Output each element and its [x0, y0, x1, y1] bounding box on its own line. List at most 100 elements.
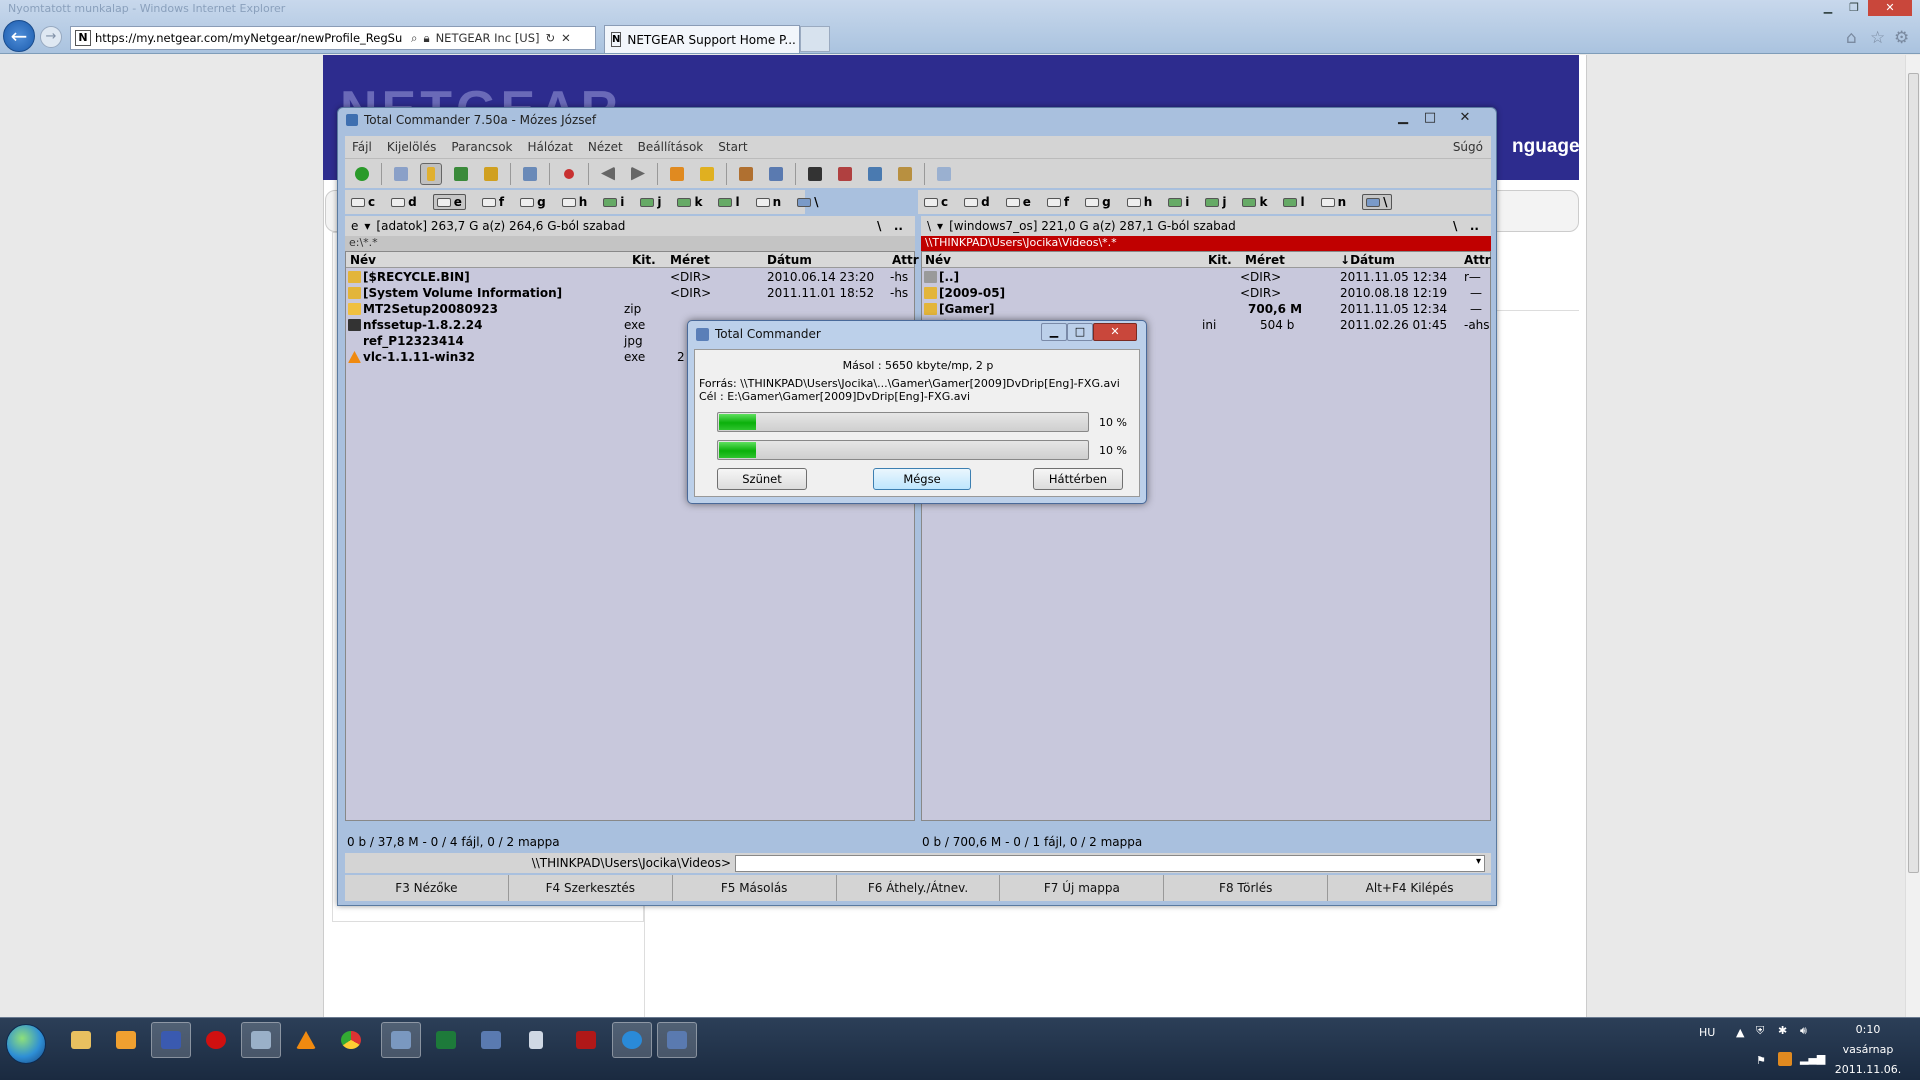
- site-identity[interactable]: NETGEAR Inc [US]: [436, 31, 540, 45]
- f3-view-button[interactable]: F3 Nézőke: [345, 875, 509, 901]
- menu-select[interactable]: Kijelölés: [387, 140, 437, 154]
- save-disk-icon[interactable]: [151, 1022, 191, 1058]
- arrow-left-icon[interactable]: [597, 163, 619, 185]
- f8-delete-button[interactable]: F8 Törlés: [1164, 875, 1329, 901]
- table-row[interactable]: [Gamer] 700,6 M 2011.11.05 12:34 —: [922, 302, 1490, 318]
- drive-d[interactable]: d: [964, 195, 990, 209]
- notepad-icon[interactable]: [933, 163, 955, 185]
- pack-icon[interactable]: [666, 163, 688, 185]
- col-attr[interactable]: Attr: [1464, 253, 1491, 267]
- remote-desktop-icon[interactable]: [381, 1022, 421, 1058]
- drive-n[interactable]: n: [1320, 195, 1346, 209]
- power-tray-icon[interactable]: [1778, 1052, 1792, 1066]
- menu-settings[interactable]: Beállítások: [638, 140, 704, 154]
- explorer-icon[interactable]: [61, 1022, 101, 1058]
- drive-c[interactable]: c: [924, 195, 948, 209]
- drive-j[interactable]: j: [1205, 195, 1226, 209]
- chevron-down-icon[interactable]: ▾: [1476, 856, 1481, 867]
- refresh-icon[interactable]: ↻: [546, 31, 556, 45]
- command-input[interactable]: ▾: [735, 854, 1485, 872]
- drive-j[interactable]: j: [640, 195, 661, 209]
- table-row[interactable]: [$RECYCLE.BIN] <DIR> 2010.06.14 23:20 -h…: [346, 270, 914, 286]
- chevron-down-icon[interactable]: ▾: [937, 219, 943, 233]
- favorites-star-icon[interactable]: ☆: [1870, 28, 1885, 48]
- forward-button[interactable]: →: [40, 26, 62, 48]
- new-tab-button[interactable]: [800, 26, 830, 52]
- excel-icon[interactable]: [426, 1022, 466, 1058]
- left-drive-select[interactable]: e: [351, 219, 358, 233]
- ftp-icon[interactable]: [894, 163, 916, 185]
- maximize-button[interactable]: ❐: [1842, 0, 1866, 16]
- tools-gear-icon[interactable]: ⚙: [1894, 28, 1909, 48]
- sync-dirs-icon[interactable]: [765, 163, 787, 185]
- drive-g[interactable]: g: [520, 195, 546, 209]
- menu-view[interactable]: Nézet: [588, 140, 623, 154]
- thumbnail-view-icon[interactable]: [450, 163, 472, 185]
- volume-icon[interactable]: 🔊︎: [1800, 1024, 1807, 1038]
- drive-h[interactable]: h: [1126, 195, 1152, 209]
- dialog-close-button[interactable]: ✕: [1093, 323, 1137, 341]
- brief-view-icon[interactable]: [390, 163, 412, 185]
- taskbar-clock[interactable]: 0:10 vasárnap 2011.11.06.: [1820, 1020, 1916, 1080]
- network-icon[interactable]: [864, 163, 886, 185]
- drive-i[interactable]: i: [1168, 195, 1189, 209]
- col-ext[interactable]: Kit.: [1208, 253, 1232, 267]
- show-hidden-icons[interactable]: ▲: [1736, 1026, 1744, 1039]
- menu-file[interactable]: Fájl: [352, 140, 372, 154]
- drive-k[interactable]: k: [677, 195, 702, 209]
- drive-f[interactable]: f: [481, 195, 504, 209]
- table-row[interactable]: MT2Setup20080923 zip: [346, 302, 914, 318]
- menu-network[interactable]: Hálózat: [528, 140, 573, 154]
- minimize-button[interactable]: ▁: [1816, 0, 1840, 16]
- drive-network[interactable]: \: [1362, 194, 1392, 210]
- drive-n[interactable]: n: [755, 195, 781, 209]
- acrobat-icon[interactable]: [566, 1022, 606, 1058]
- opera-icon[interactable]: [196, 1022, 236, 1058]
- col-date[interactable]: Dátum: [767, 253, 812, 267]
- tab-netgear[interactable]: N NETGEAR Support Home P... ✕: [604, 25, 811, 53]
- address-bar[interactable]: N https://my.netgear.com/myNetgear/newPr…: [70, 26, 596, 50]
- background-button[interactable]: Háttérben: [1033, 468, 1123, 490]
- page-scrollbar[interactable]: [1905, 55, 1920, 1017]
- invert-selection-icon[interactable]: [519, 163, 541, 185]
- col-date[interactable]: ↓Dátum: [1340, 253, 1395, 267]
- home-icon[interactable]: ⌂: [1846, 28, 1857, 48]
- netgear-app-icon[interactable]: [657, 1022, 697, 1058]
- col-name[interactable]: Név: [350, 253, 376, 267]
- col-ext[interactable]: Kit.: [632, 253, 656, 267]
- drive-d[interactable]: d: [391, 195, 417, 209]
- drive-l[interactable]: l: [718, 195, 740, 209]
- dialog-minimize-button[interactable]: ▁: [1041, 323, 1067, 341]
- unpack-icon[interactable]: [696, 163, 718, 185]
- refresh-icon[interactable]: [351, 163, 373, 185]
- menu-help[interactable]: Súgó: [1453, 140, 1483, 154]
- right-current-path[interactable]: \\THINKPAD\Users\Jocika\Videos\*.*: [921, 236, 1491, 251]
- f7-newfolder-button[interactable]: F7 Új mappa: [1000, 875, 1165, 901]
- vlc-icon[interactable]: [286, 1022, 326, 1058]
- start-button[interactable]: [6, 1024, 46, 1064]
- left-current-path[interactable]: e:\*.*: [345, 236, 915, 251]
- f5-copy-button[interactable]: F5 Másolás: [673, 875, 837, 901]
- tc-maximize-button[interactable]: □: [1415, 110, 1445, 128]
- f4-edit-button[interactable]: F4 Szerkesztés: [509, 875, 673, 901]
- close-button[interactable]: ✕: [1868, 0, 1912, 16]
- col-name[interactable]: Név: [925, 253, 951, 267]
- right-root-button[interactable]: \ ..: [1453, 219, 1479, 233]
- exit-button[interactable]: Alt+F4 Kilépés: [1328, 875, 1491, 901]
- media-player-icon[interactable]: [106, 1022, 146, 1058]
- multi-rename-icon[interactable]: [834, 163, 856, 185]
- app-window-icon[interactable]: [241, 1022, 281, 1058]
- table-row[interactable]: [System Volume Information] <DIR> 2011.1…: [346, 286, 914, 302]
- menu-commands[interactable]: Parancsok: [451, 140, 512, 154]
- tc-close-button[interactable]: ✕: [1450, 110, 1480, 128]
- drive-network[interactable]: \: [797, 195, 819, 209]
- table-row[interactable]: [2009-05] <DIR> 2010.08.18 12:19 —: [922, 286, 1490, 302]
- cancel-button[interactable]: Mégse: [873, 468, 971, 490]
- drive-e[interactable]: e: [1005, 195, 1031, 209]
- full-view-icon[interactable]: [420, 162, 442, 185]
- col-size[interactable]: Méret: [1245, 253, 1285, 267]
- address-url[interactable]: https://my.netgear.com/myNetgear/newProf…: [95, 31, 405, 45]
- f6-move-button[interactable]: F6 Áthely./Átnev.: [837, 875, 1001, 901]
- chrome-icon[interactable]: [331, 1022, 371, 1058]
- back-button[interactable]: ←: [3, 20, 35, 52]
